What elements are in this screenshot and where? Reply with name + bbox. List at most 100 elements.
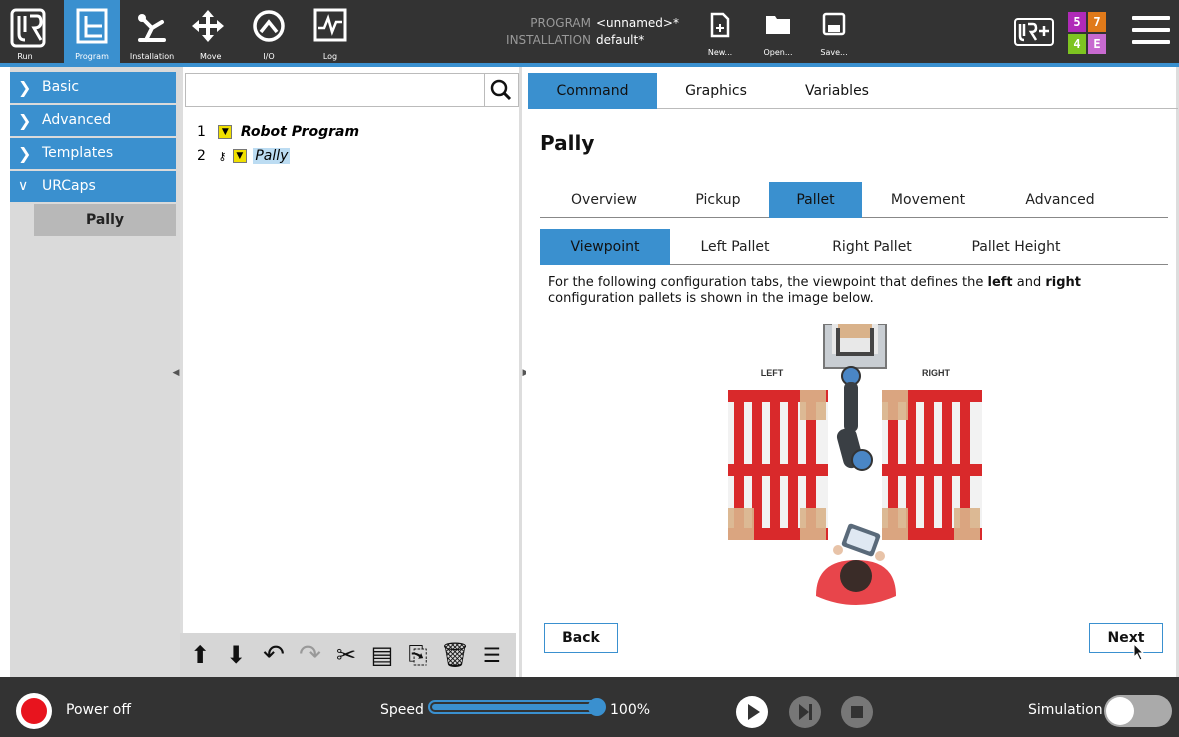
step-icon[interactable] [788, 695, 822, 729]
nav-program[interactable]: Program [64, 0, 120, 63]
simulation-toggle-knob [1106, 697, 1134, 725]
chevron-right-icon: ❯ [18, 111, 32, 130]
tab-overview[interactable]: Overview [548, 182, 660, 218]
nav-move-label: Move [200, 52, 222, 61]
tree-row-label: Pally [253, 148, 291, 164]
cut-scissors-icon[interactable]: ✂ [332, 641, 360, 669]
sidebar-item-basic[interactable]: ❯ Basic [10, 72, 176, 103]
new-button[interactable]: New... [698, 0, 742, 63]
desc-text-1: For the following configuration tabs, th… [548, 275, 988, 290]
viewpoint-illustration: LEFT RIGHT [728, 324, 982, 605]
play-icon[interactable] [735, 695, 769, 729]
viewpoint-description: For the following configuration tabs, th… [548, 275, 1168, 307]
chevron-down-icon: ∨ [18, 178, 29, 194]
robot-arm-icon [138, 14, 166, 42]
power-label: Power off [66, 702, 131, 718]
desc-and: and [1012, 275, 1046, 290]
node-key-icon: ⚷ [218, 150, 227, 163]
tab-command[interactable]: Command [528, 73, 657, 109]
move-down-icon[interactable]: ⬇ [222, 641, 250, 669]
program-name: <unnamed>* [596, 16, 679, 30]
ur-plus-icon[interactable] [1014, 18, 1054, 46]
tree-row-robot-program[interactable]: 1 ▼ Robot Program [197, 122, 359, 142]
sidebar-subitem-pally[interactable]: Pally [34, 204, 176, 236]
search-input[interactable] [185, 73, 519, 107]
page-title: Pally [540, 131, 595, 155]
new-file-icon [710, 12, 730, 38]
move-up-icon[interactable]: ⬆ [186, 641, 214, 669]
tab-variables[interactable]: Variables [786, 73, 888, 109]
chevron-right-icon: ❯ [18, 78, 32, 97]
nav-io[interactable]: I/O [246, 0, 292, 63]
command-tabs: Command Graphics Variables [528, 73, 1178, 109]
sidebar-item-label: Templates [42, 145, 114, 161]
tab-left-pallet[interactable]: Left Pallet [680, 229, 790, 265]
speed-slider-knob[interactable] [588, 698, 606, 716]
program-info-labels: PROGRAM INSTALLATION [496, 15, 591, 49]
program-label: PROGRAM [530, 16, 591, 30]
sidebar-item-advanced[interactable]: ❯ Advanced [10, 105, 176, 136]
nav-program-label: Program [75, 52, 109, 61]
desc-left: left [987, 275, 1013, 290]
nav-log[interactable]: Log [308, 0, 352, 63]
simulation-toggle[interactable] [1104, 695, 1172, 727]
left-pallet [728, 390, 828, 540]
tab-pickup[interactable]: Pickup [674, 182, 762, 218]
program-icon [76, 8, 108, 44]
move-arrows-icon [192, 10, 224, 42]
save-label: Save... [820, 48, 848, 57]
desc-text-2: configuration pallets is shown in the im… [548, 291, 874, 306]
nav-installation[interactable]: Installation [124, 0, 180, 63]
suppress-icon[interactable]: ☰ [478, 641, 506, 669]
search-icon[interactable] [484, 74, 518, 106]
tab-movement[interactable]: Movement [870, 182, 986, 218]
menu-hamburger-icon[interactable] [1132, 16, 1170, 46]
undo-icon[interactable]: ↶ [260, 641, 288, 669]
badge-top-left: 5 [1068, 12, 1086, 32]
installation-label: INSTALLATION [506, 33, 591, 47]
right-pallet [882, 390, 982, 540]
tab-viewpoint[interactable]: Viewpoint [540, 229, 670, 265]
copy-icon[interactable]: ▤ [368, 641, 396, 669]
new-label: New... [707, 48, 733, 57]
io-gauge-icon [253, 10, 285, 42]
back-button[interactable]: Back [544, 623, 618, 653]
status-badges[interactable]: 5 7 4 E [1068, 12, 1106, 54]
expand-triangle-icon[interactable]: ▼ [232, 149, 247, 163]
sidebar-item-label: Advanced [42, 112, 112, 128]
power-button[interactable] [16, 693, 52, 729]
desc-right: right [1045, 275, 1082, 290]
illustration-right-label: RIGHT [922, 368, 951, 378]
nav-io-label: I/O [263, 52, 275, 61]
open-label: Open... [763, 48, 793, 57]
tab-pallet[interactable]: Pallet [769, 182, 862, 218]
stop-icon[interactable] [840, 695, 874, 729]
badge-bottom-right: E [1088, 34, 1106, 54]
tree-row-label: Robot Program [240, 124, 360, 140]
redo-icon[interactable]: ↷ [296, 641, 324, 669]
tab-pallet-height[interactable]: Pallet Height [950, 229, 1082, 265]
speed-slider-fill [432, 704, 596, 710]
nav-move[interactable]: Move [186, 0, 230, 63]
tab-advanced[interactable]: Advanced [1000, 182, 1120, 218]
folder-icon [766, 16, 790, 34]
sidebar-item-urcaps[interactable]: ∨ URCaps [10, 171, 176, 202]
tree-row-pally[interactable]: 2 ⚷ ▼ Pally [197, 146, 291, 166]
expand-triangle-icon[interactable]: ▼ [218, 125, 233, 139]
tab-graphics[interactable]: Graphics [668, 73, 764, 109]
nav-run[interactable]: Run [0, 0, 50, 63]
program-info-values: <unnamed>* default* [596, 15, 679, 49]
tab-right-pallet[interactable]: Right Pallet [810, 229, 934, 265]
sidebar-item-templates[interactable]: ❯ Templates [10, 138, 176, 169]
log-chart-icon [313, 8, 347, 42]
delete-trash-icon[interactable]: 🗑 [440, 641, 470, 669]
speed-value: 100% [610, 702, 651, 718]
paste-clipboard-icon[interactable]: ⎘ [404, 641, 432, 669]
simulation-label: Simulation [1028, 702, 1103, 718]
collapse-left-handle[interactable]: ◀ [170, 368, 182, 384]
save-disk-icon [822, 12, 846, 36]
next-button[interactable]: Next [1089, 623, 1163, 653]
open-button[interactable]: Open... [756, 0, 800, 63]
save-button[interactable]: Save... [812, 0, 856, 63]
tree-toolbar: ⬆ ⬇ ↶ ↷ ✂ ▤ ⎘ 🗑 ☰ [180, 633, 516, 677]
